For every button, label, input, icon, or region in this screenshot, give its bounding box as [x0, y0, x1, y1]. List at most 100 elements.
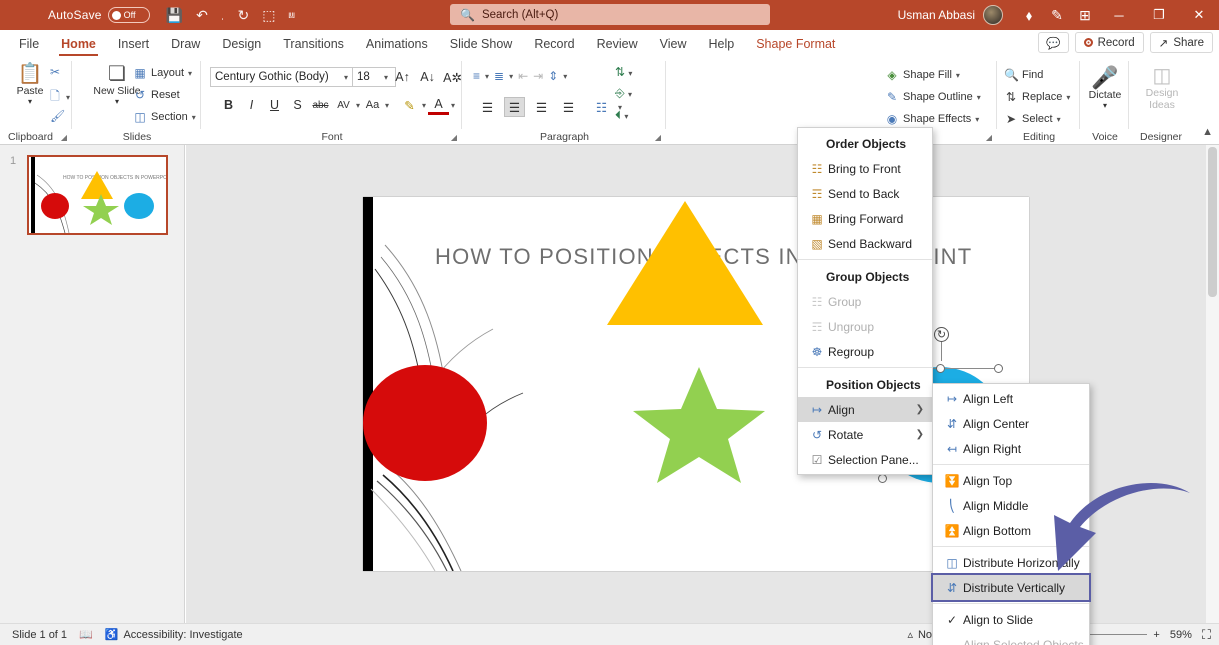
chevron-down-icon[interactable]: ▾ — [66, 93, 70, 102]
customize-qat-icon[interactable]: ⩏ — [288, 9, 294, 21]
record-button[interactable]: Record — [1074, 32, 1144, 53]
chevron-down-icon[interactable]: ▾ — [188, 69, 192, 78]
zoom-level-label[interactable]: 59% — [1170, 629, 1192, 641]
tab-help[interactable]: Help — [697, 32, 745, 56]
columns-icon[interactable]: ☷ — [591, 97, 612, 117]
shape-effects-button[interactable]: ◉ Shape Effects ▾ — [885, 109, 980, 129]
chevron-down-icon[interactable]: ▾ — [115, 97, 119, 106]
drawing-dialog-launcher[interactable]: ◢ — [986, 133, 992, 142]
star-shape[interactable] — [629, 365, 769, 485]
chevron-down-icon[interactable]: ▾ — [485, 72, 489, 81]
tab-view[interactable]: View — [649, 32, 698, 56]
chevron-down-icon[interactable]: ▾ — [1057, 115, 1061, 124]
slide-thumbnail-1[interactable]: HOW TO POSITION OBJECTS IN POWERPOINT — [27, 155, 168, 235]
resize-handle-top-center[interactable] — [936, 364, 945, 373]
paragraph-dialog-launcher[interactable]: ◢ — [655, 133, 661, 142]
undo-icon[interactable]: ↶ — [196, 8, 208, 22]
zoom-in-button[interactable]: + — [1153, 629, 1159, 641]
align-right-icon[interactable]: ☰ — [531, 97, 552, 117]
menu-item-bring-forward[interactable]: ▦ Bring Forward — [798, 206, 932, 231]
menu-item-bring-to-front[interactable]: ☷ Bring to Front — [798, 156, 932, 181]
font-color-button[interactable]: A — [428, 95, 450, 115]
accessibility-status[interactable]: ♿ Accessibility: Investigate — [105, 628, 243, 642]
shadow-button[interactable]: S — [287, 95, 308, 115]
fit-slide-icon[interactable]: ⛶ — [1202, 627, 1211, 643]
tab-draw[interactable]: Draw — [160, 32, 211, 56]
menu-item-distribute-horizontally[interactable]: ◫ Distribute Horizontally — [933, 550, 1089, 575]
menu-item-align-bottom[interactable]: ⏫ Align Bottom — [933, 518, 1089, 543]
autosave-control[interactable]: AutoSave Off — [48, 7, 150, 23]
chevron-down-icon[interactable]: ▾ — [451, 101, 455, 110]
reset-button[interactable]: ↺ Reset — [133, 85, 180, 105]
canvas-scrollbar[interactable] — [1206, 145, 1219, 623]
chevron-down-icon[interactable]: ▾ — [563, 72, 567, 81]
align-center-icon[interactable]: ☰ — [504, 97, 525, 117]
menu-item-align-middle[interactable]: ⎝ Align Middle — [933, 493, 1089, 518]
menu-item-regroup[interactable]: ☸ Regroup — [798, 339, 932, 364]
tab-slide-show[interactable]: Slide Show — [439, 32, 524, 56]
tab-shape-format[interactable]: Shape Format — [745, 32, 846, 56]
menu-item-distribute-vertically[interactable]: ⇵ Distribute Vertically — [931, 573, 1091, 602]
grow-font-icon[interactable]: A↑ — [392, 67, 413, 87]
menu-item-align-top[interactable]: ⏬ Align Top — [933, 468, 1089, 493]
chevron-down-icon[interactable]: ▾ — [344, 73, 348, 82]
start-presentation-icon[interactable]: ⬚ — [262, 8, 275, 22]
shape-outline-button[interactable]: ✎ Shape Outline ▾ — [885, 87, 981, 107]
chevron-down-icon[interactable]: ▾ — [385, 101, 389, 110]
pen-icon[interactable]: ✎ — [1043, 0, 1071, 30]
share-button[interactable]: ↗ Share — [1149, 32, 1213, 53]
menu-item-selection-pane[interactable]: ☑ Selection Pane... — [798, 447, 932, 472]
menu-item-align-left[interactable]: ↦ Align Left — [933, 386, 1089, 411]
text-direction-icon[interactable]: ⇅ ▾ — [615, 65, 632, 79]
redo-icon[interactable]: ↻ — [237, 8, 249, 22]
design-ideas-button[interactable]: ◫ Design Ideas — [1137, 65, 1187, 111]
chevron-down-icon[interactable]: ▾ — [422, 101, 426, 110]
select-button[interactable]: ➤ Select ▾ — [1004, 109, 1061, 129]
tab-insert[interactable]: Insert — [107, 32, 160, 56]
menu-item-send-backward[interactable]: ▧ Send Backward — [798, 231, 932, 256]
chevron-down-icon[interactable]: ▾ — [384, 73, 388, 82]
ribbon-display-icon[interactable]: ⊞ — [1071, 0, 1099, 30]
tab-transitions[interactable]: Transitions — [272, 32, 355, 56]
italic-button[interactable]: I — [241, 95, 262, 115]
resize-handle-top-right[interactable] — [994, 364, 1003, 373]
menu-item-send-to-back[interactable]: ☶ Send to Back — [798, 181, 932, 206]
font-dialog-launcher[interactable]: ◢ — [451, 133, 457, 142]
close-button[interactable]: ✕ — [1179, 0, 1219, 30]
align-left-icon[interactable]: ☰ — [477, 97, 498, 117]
paste-button[interactable]: 📋 Paste ▾ — [6, 63, 54, 106]
bullets-icon[interactable]: ≡ — [473, 69, 480, 83]
justify-icon[interactable]: ☰ — [558, 97, 579, 117]
rotation-handle[interactable]: ↻ — [934, 327, 949, 342]
avatar[interactable] — [983, 5, 1003, 25]
section-button[interactable]: ◫ Section ▾ — [133, 107, 196, 127]
font-name-input[interactable]: Century Gothic (Body) — [210, 67, 356, 87]
tab-review[interactable]: Review — [586, 32, 649, 56]
find-button[interactable]: 🔍 Find — [1004, 65, 1043, 85]
diamond-icon[interactable]: ⬧ — [1015, 0, 1043, 30]
shrink-font-icon[interactable]: A↓ — [417, 67, 438, 87]
triangle-shape[interactable] — [605, 199, 765, 329]
line-spacing-icon[interactable]: ⇕ — [548, 69, 558, 83]
change-case-button[interactable]: Aa — [362, 95, 383, 115]
menu-item-align-right[interactable]: ↤ Align Right — [933, 436, 1089, 461]
text-highlight-button[interactable]: ✎ — [399, 95, 420, 115]
tab-animations[interactable]: Animations — [355, 32, 439, 56]
scrollbar-thumb[interactable] — [1208, 147, 1217, 297]
undo-dropdown-icon[interactable]: ˌ — [221, 9, 225, 21]
tab-file[interactable]: File — [8, 32, 50, 56]
circle-shape-red[interactable] — [363, 363, 489, 483]
chevron-down-icon[interactable]: ▾ — [356, 101, 360, 110]
dictate-button[interactable]: 🎤 Dictate ▾ — [1081, 67, 1129, 111]
format-painter-button[interactable]: 🖌 — [50, 109, 65, 123]
chevron-down-icon[interactable]: ▾ — [1066, 93, 1070, 102]
cut-button[interactable]: ✂ — [50, 65, 60, 79]
align-text-icon[interactable]: ⎆ ▾ — [615, 86, 632, 101]
chevron-down-icon[interactable]: ▾ — [1103, 101, 1107, 110]
menu-item-align[interactable]: ↦ Align ❯ — [798, 397, 932, 422]
decrease-indent-icon[interactable]: ⇤ — [518, 69, 528, 83]
tab-home[interactable]: Home — [50, 32, 107, 56]
tab-design[interactable]: Design — [211, 32, 272, 56]
autosave-toggle[interactable]: Off — [107, 7, 150, 23]
chevron-down-icon[interactable]: ▾ — [192, 113, 196, 122]
